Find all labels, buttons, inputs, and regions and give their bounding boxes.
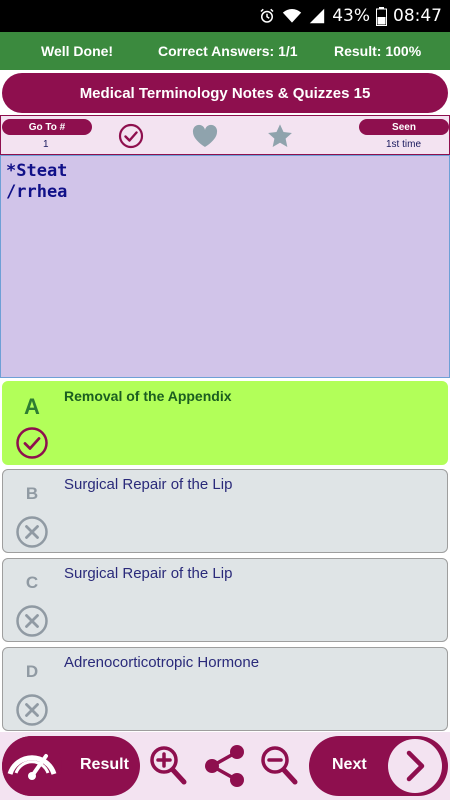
wrong-x-icon [16, 516, 48, 548]
result-label: Result [80, 756, 129, 773]
wrong-x-icon [16, 694, 48, 726]
clock: 08:47 [393, 6, 442, 26]
battery-percent: 43% [332, 6, 370, 26]
check-circle-icon[interactable] [117, 122, 145, 150]
share-icon[interactable] [203, 744, 247, 788]
status-bar: 43% 08:47 [0, 0, 450, 32]
option-a[interactable]: A Removal of the Appendix [2, 381, 448, 465]
signal-icon [310, 8, 325, 24]
quiz-title: Medical Terminology Notes & Quizzes 15 [2, 73, 448, 113]
goto-label: Go To # [28, 121, 66, 133]
zoom-out-icon[interactable] [259, 744, 299, 788]
chevron-right-icon [388, 739, 442, 793]
quiz-title-text: Medical Terminology Notes & Quizzes 15 [79, 84, 371, 102]
seen-button[interactable]: Seen [359, 119, 449, 135]
option-text: Adrenocorticotropic Hormone [64, 654, 260, 671]
alarm-icon [260, 8, 274, 23]
goto-button[interactable]: Go To # [2, 119, 92, 135]
option-text: Surgical Repair of the Lip [64, 476, 233, 493]
goto-value: 1 [43, 139, 49, 150]
next-button[interactable]: Next [309, 736, 448, 796]
well-done-message: Well Done! [41, 43, 114, 59]
favorite-heart-icon[interactable] [190, 122, 220, 150]
control-row: Go To # 1 Seen 1st time [0, 115, 450, 155]
result-percent: Result: 100% [334, 43, 422, 59]
zoom-in-icon[interactable] [148, 744, 188, 788]
bottom-bar: Result Next [0, 732, 450, 800]
question-box: *Steat /rrhea [0, 155, 450, 378]
result-button[interactable]: Result [2, 736, 140, 796]
option-letter: C [25, 573, 39, 592]
correct-check-icon [16, 427, 48, 459]
seen-value: 1st time [386, 139, 422, 150]
option-letter: B [25, 484, 39, 503]
seen-label: Seen [392, 121, 416, 133]
option-text: Removal of the Appendix [64, 388, 232, 404]
speedometer-icon [2, 736, 62, 796]
result-strip: Well Done! Correct Answers: 1/1 Result: … [0, 32, 450, 70]
wrong-x-icon [16, 605, 48, 637]
battery-icon [376, 6, 387, 26]
option-b[interactable]: B Surgical Repair of the Lip [2, 469, 448, 553]
option-d[interactable]: D Adrenocorticotropic Hormone [2, 647, 448, 731]
correct-answers-count: Correct Answers: 1/1 [158, 43, 298, 59]
option-letter: A [24, 394, 40, 419]
star-icon[interactable] [265, 121, 295, 151]
option-c[interactable]: C Surgical Repair of the Lip [2, 558, 448, 642]
option-letter: D [25, 662, 39, 681]
option-text: Surgical Repair of the Lip [64, 565, 233, 582]
wifi-icon [283, 9, 302, 23]
next-label: Next [332, 756, 367, 773]
question-text: *Steat /rrhea [6, 161, 68, 202]
